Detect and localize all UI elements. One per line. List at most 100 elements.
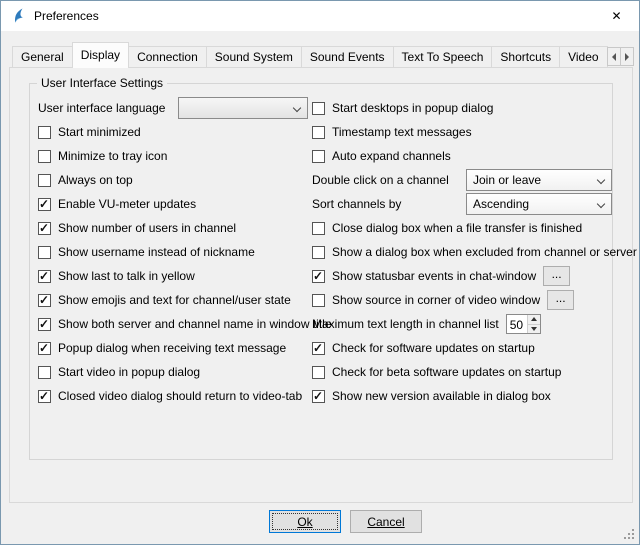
- spinner-down-button[interactable]: [528, 325, 540, 334]
- checkbox-icon: [312, 222, 325, 235]
- max-text-length-row: Maximum text length in channel list 50: [312, 313, 612, 335]
- checkbox-show-username[interactable]: Show username instead of nickname: [38, 241, 310, 263]
- checkbox-desktops-popup[interactable]: Start desktops in popup dialog: [312, 97, 612, 119]
- checkbox-label: Close dialog box when a file transfer is…: [332, 221, 582, 235]
- tab-scroll-control: [607, 47, 634, 66]
- checkbox-icon: [312, 390, 325, 403]
- checkbox-check-updates[interactable]: Check for software updates on startup: [312, 337, 612, 359]
- checkbox-check-beta-updates[interactable]: Check for beta software updates on start…: [312, 361, 612, 383]
- checkbox-label: Show source in corner of video window: [332, 293, 540, 307]
- double-click-label: Double click on a channel: [312, 173, 466, 187]
- checkbox-icon: [38, 270, 51, 283]
- checkbox-auto-expand[interactable]: Auto expand channels: [312, 145, 612, 167]
- video-source-options-button[interactable]: ...: [547, 290, 574, 310]
- checkbox-excluded-dialog[interactable]: Show a dialog box when excluded from cha…: [312, 241, 612, 263]
- sort-channels-dropdown[interactable]: Ascending: [466, 193, 612, 215]
- close-button[interactable]: ✕: [594, 1, 639, 30]
- arrow-up-icon: [531, 317, 537, 321]
- ui-settings-groupbox: User Interface Settings User interface l…: [29, 83, 613, 460]
- checkbox-icon: [312, 150, 325, 163]
- checkbox-label: Show username instead of nickname: [58, 245, 255, 259]
- checkbox-timestamp-messages[interactable]: Timestamp text messages: [312, 121, 612, 143]
- checkbox-label: Show new version available in dialog box: [332, 389, 551, 403]
- checkbox-server-channel-title[interactable]: Show both server and channel name in win…: [38, 313, 310, 335]
- max-text-length-label: Maximum text length in channel list: [312, 317, 499, 331]
- checkbox-label: Show last to talk in yellow: [58, 269, 195, 283]
- checkbox-icon: [38, 294, 51, 307]
- arrow-right-icon: [625, 53, 629, 61]
- checkbox-label: Show emojis and text for channel/user st…: [58, 293, 291, 307]
- tab-shortcuts[interactable]: Shortcuts: [491, 46, 560, 68]
- language-label: User interface language: [38, 101, 178, 115]
- checkbox-video-popup[interactable]: Start video in popup dialog: [38, 361, 310, 383]
- tab-scroll-left-button[interactable]: [607, 47, 621, 66]
- checkbox-icon: [38, 174, 51, 187]
- language-dropdown[interactable]: [178, 97, 308, 119]
- double-click-dropdown[interactable]: Join or leave: [466, 169, 612, 191]
- checkbox-close-on-transfer[interactable]: Close dialog box when a file transfer is…: [312, 217, 612, 239]
- ok-button[interactable]: Ok: [269, 510, 341, 533]
- tab-scroll-right-button[interactable]: [620, 47, 634, 66]
- checkbox-label: Check for beta software updates on start…: [332, 365, 561, 379]
- tab-sound-system[interactable]: Sound System: [206, 46, 302, 68]
- tab-sound-events[interactable]: Sound Events: [301, 46, 394, 68]
- checkbox-icon: [38, 390, 51, 403]
- tab-general[interactable]: General: [12, 46, 73, 68]
- language-row: User interface language: [38, 97, 310, 119]
- checkbox-minimize-to-tray[interactable]: Minimize to tray icon: [38, 145, 310, 167]
- checkbox-icon: [38, 366, 51, 379]
- max-text-length-spinbox[interactable]: 50: [506, 314, 541, 334]
- double-click-value: Join or leave: [473, 173, 541, 187]
- close-icon: ✕: [611, 9, 621, 23]
- preferences-window: Preferences ✕ General Display Connection…: [0, 0, 640, 545]
- arrow-down-icon: [531, 327, 537, 331]
- tab-display[interactable]: Display: [72, 42, 129, 68]
- checkbox-closed-video-return[interactable]: Closed video dialog should return to vid…: [38, 385, 310, 407]
- checkbox-label: Popup dialog when receiving text message: [58, 341, 286, 355]
- left-column: User interface language Start minimized …: [38, 97, 310, 409]
- checkbox-popup-text-message[interactable]: Popup dialog when receiving text message: [38, 337, 310, 359]
- checkbox-label: Auto expand channels: [332, 149, 451, 163]
- checkbox-icon[interactable]: [312, 294, 325, 307]
- titlebar[interactable]: Preferences ✕: [1, 1, 639, 31]
- right-column: Start desktops in popup dialog Timestamp…: [312, 97, 612, 409]
- checkbox-icon: [312, 342, 325, 355]
- checkbox-label: Always on top: [58, 173, 133, 187]
- spinner-up-button[interactable]: [528, 315, 540, 325]
- checkbox-show-user-count[interactable]: Show number of users in channel: [38, 217, 310, 239]
- tab-video[interactable]: Video: [559, 46, 607, 68]
- checkbox-label: Show number of users in channel: [58, 221, 236, 235]
- checkbox-label: Show both server and channel name in win…: [58, 317, 332, 331]
- checkbox-label: Show statusbar events in chat-window: [332, 269, 536, 283]
- checkbox-icon: [38, 222, 51, 235]
- tab-connection[interactable]: Connection: [128, 46, 207, 68]
- statusbar-events-options-button[interactable]: ...: [543, 266, 570, 286]
- checkbox-vu-meter[interactable]: Enable VU-meter updates: [38, 193, 310, 215]
- checkbox-start-minimized[interactable]: Start minimized: [38, 121, 310, 143]
- chevron-down-icon: [293, 104, 301, 112]
- double-click-row: Double click on a channel Join or leave: [312, 169, 612, 191]
- checkbox-new-version-dialog[interactable]: Show new version available in dialog box: [312, 385, 612, 407]
- groupbox-title: User Interface Settings: [37, 76, 167, 90]
- checkbox-last-to-talk[interactable]: Show last to talk in yellow: [38, 265, 310, 287]
- checkbox-label: Timestamp text messages: [332, 125, 472, 139]
- chevron-down-icon: [597, 176, 605, 184]
- checkbox-label: Minimize to tray icon: [58, 149, 167, 163]
- checkbox-icon[interactable]: [312, 270, 325, 283]
- checkbox-label: Start minimized: [58, 125, 141, 139]
- tab-text-to-speech[interactable]: Text To Speech: [393, 46, 493, 68]
- checkbox-label: Enable VU-meter updates: [58, 197, 196, 211]
- checkbox-icon: [38, 150, 51, 163]
- checkbox-label: Start desktops in popup dialog: [332, 101, 493, 115]
- ellipsis-label: ...: [552, 269, 562, 279]
- cancel-button[interactable]: Cancel: [350, 510, 422, 533]
- video-source-row: Show source in corner of video window ..…: [312, 289, 612, 311]
- checkbox-label: Check for software updates on startup: [332, 341, 535, 355]
- app-icon: [10, 8, 26, 24]
- checkbox-emojis-text[interactable]: Show emojis and text for channel/user st…: [38, 289, 310, 311]
- resize-grip[interactable]: [623, 528, 636, 541]
- checkbox-always-on-top[interactable]: Always on top: [38, 169, 310, 191]
- checkbox-icon: [38, 246, 51, 259]
- checkbox-label: Show a dialog box when excluded from cha…: [332, 245, 637, 259]
- checkbox-icon: [312, 126, 325, 139]
